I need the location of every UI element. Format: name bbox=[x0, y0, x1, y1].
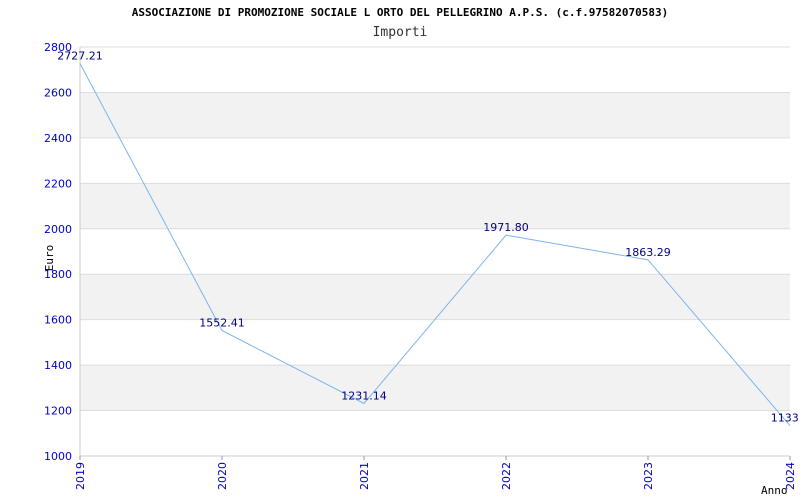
x-tick-label: 2021 bbox=[358, 462, 371, 490]
y-tick-label: 2200 bbox=[44, 177, 72, 190]
x-tick-label: 2022 bbox=[500, 462, 513, 490]
y-tick-label: 2000 bbox=[44, 223, 72, 236]
x-tick-label: 2019 bbox=[74, 462, 87, 490]
data-label: 1863.29 bbox=[625, 246, 671, 259]
y-tick-label: 2600 bbox=[44, 86, 72, 99]
y-tick-label: 2400 bbox=[44, 132, 72, 145]
plot-band bbox=[80, 92, 790, 138]
data-label: 1231.14 bbox=[341, 389, 387, 402]
data-label: 1971.80 bbox=[483, 221, 529, 234]
plot-band bbox=[80, 183, 790, 229]
data-label: 1133.3 bbox=[771, 412, 800, 425]
plot-band bbox=[80, 365, 790, 411]
data-label: 1552.41 bbox=[199, 316, 245, 329]
data-label: 2727.21 bbox=[57, 50, 103, 63]
y-tick-label: 1400 bbox=[44, 359, 72, 372]
y-tick-label: 1000 bbox=[44, 450, 72, 463]
x-tick-labels: 2019 2020 2021 2022 2023 2024 bbox=[74, 462, 797, 490]
x-tick-label: 2020 bbox=[216, 462, 229, 490]
x-axis-title: Anno bbox=[761, 484, 788, 497]
plot-bands bbox=[80, 92, 790, 411]
plot-band bbox=[80, 274, 790, 320]
y-tick-label: 1600 bbox=[44, 314, 72, 327]
y-tick-label: 1200 bbox=[44, 405, 72, 418]
y-axis-title: Euro bbox=[43, 245, 56, 272]
x-tick-label: 2023 bbox=[642, 462, 655, 490]
line-chart: 1000120014001600180020002200240026002800… bbox=[43, 41, 800, 497]
